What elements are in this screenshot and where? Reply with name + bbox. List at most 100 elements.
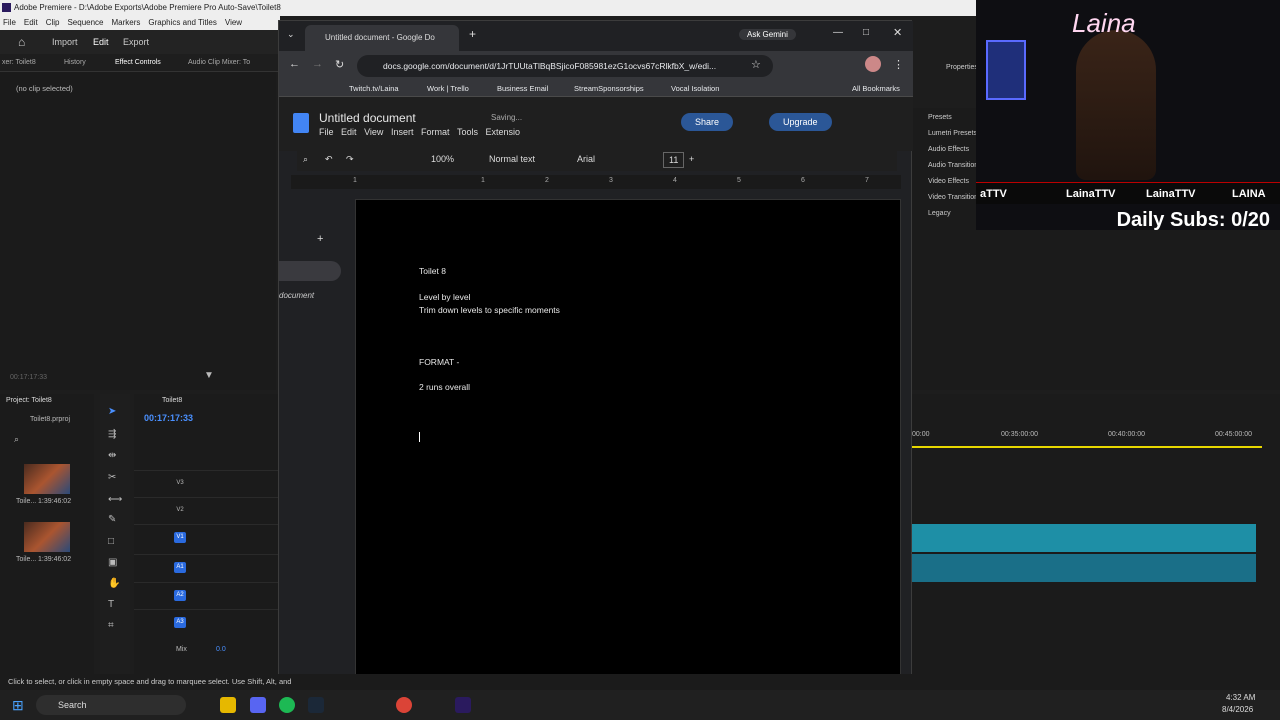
docs-menu-format[interactable]: Format (421, 127, 450, 137)
bookmark[interactable]: Twitch.tv/Laina (349, 81, 399, 97)
add-tab-icon[interactable]: + (317, 233, 323, 245)
razor-icon[interactable]: ✂ (108, 472, 116, 483)
clip-thumbnail[interactable] (24, 522, 70, 552)
docs-logo-icon[interactable] (293, 113, 309, 133)
sequence-tab[interactable]: Toilet8 (162, 397, 182, 404)
ripple-edit-icon[interactable]: ⇹ (108, 450, 116, 461)
docs-menu-extensions[interactable]: Extensio (486, 127, 521, 137)
track-label[interactable]: A1 (174, 562, 186, 573)
pen-icon[interactable]: ✎ (108, 514, 116, 525)
effects-item[interactable]: Video Effects (928, 178, 969, 185)
maximize-icon[interactable]: □ (863, 27, 869, 38)
tab-mixer[interactable]: xer: Toilet8 (2, 54, 36, 72)
clock-time[interactable]: 4:32 AM (1226, 693, 1255, 702)
forward-icon[interactable]: → (312, 58, 323, 70)
menu-file[interactable]: File (3, 18, 16, 27)
close-icon[interactable]: ✕ (893, 26, 902, 39)
docs-menu-insert[interactable]: Insert (391, 127, 414, 137)
edit-tab[interactable]: Edit (93, 30, 109, 54)
filter-icon[interactable]: ▼ (204, 370, 214, 381)
outline-tab[interactable] (279, 261, 341, 281)
new-tab-icon[interactable]: + (469, 27, 476, 41)
increase-size-icon[interactable]: + (689, 147, 694, 171)
avatar[interactable] (865, 56, 881, 72)
track-label[interactable]: A2 (174, 590, 186, 601)
docs-menu-edit[interactable]: Edit (341, 127, 357, 137)
undo-icon[interactable]: ↶ (325, 147, 333, 171)
effects-item[interactable]: Video Transitions (928, 194, 982, 201)
project-tab[interactable]: Project: Toilet8 (6, 397, 52, 404)
font-select[interactable]: Arial (577, 147, 595, 171)
track-label[interactable]: A3 (174, 617, 186, 628)
docs-menu-tools[interactable]: Tools (457, 127, 478, 137)
more-icon[interactable]: ⋮ (893, 58, 904, 71)
bookmark[interactable]: Work | Trello (427, 81, 469, 97)
export-tab[interactable]: Export (123, 30, 149, 54)
url-field[interactable]: docs.google.com/document/d/1JrTUUtaTlBqB… (357, 55, 773, 77)
clock-date[interactable]: 8/4/2026 (1222, 705, 1253, 714)
steam-icon[interactable] (308, 697, 324, 713)
all-bookmarks[interactable]: All Bookmarks (852, 81, 900, 97)
search-icon[interactable]: ⌕ (14, 434, 19, 445)
reload-icon[interactable]: ↻ (335, 58, 344, 71)
premiere-icon[interactable] (455, 697, 471, 713)
fill-icon[interactable]: ▣ (108, 557, 117, 568)
audio-clip[interactable] (912, 554, 1256, 582)
menu-clip[interactable]: Clip (46, 18, 60, 27)
doc-title[interactable]: Untitled document (319, 111, 416, 125)
docs-menu-file[interactable]: File (319, 127, 334, 137)
star-icon[interactable]: ☆ (751, 58, 761, 71)
menu-graphics[interactable]: Graphics and Titles (148, 18, 216, 27)
timecode[interactable]: 00:17:17:33 (144, 413, 193, 423)
effects-item[interactable]: Legacy (928, 210, 951, 217)
back-icon[interactable]: ← (289, 58, 300, 70)
file-explorer-icon[interactable] (220, 697, 236, 713)
discord-icon[interactable] (250, 697, 266, 713)
style-select[interactable]: Normal text (489, 147, 535, 171)
rectangle-icon[interactable]: □ (108, 536, 114, 547)
properties-tab[interactable]: Properties (946, 64, 978, 71)
menu-edit[interactable]: Edit (24, 18, 38, 27)
search-menus-icon[interactable]: ⌕ (303, 147, 308, 171)
minimize-icon[interactable]: — (833, 27, 843, 38)
menu-markers[interactable]: Markers (112, 18, 141, 27)
transform-icon[interactable]: ⌗ (108, 620, 114, 631)
redo-icon[interactable]: ↷ (346, 147, 354, 171)
tab-effect-controls[interactable]: Effect Controls (115, 54, 161, 73)
upgrade-button[interactable]: Upgrade (769, 113, 832, 131)
tab-history[interactable]: History (64, 54, 86, 72)
tab-menu-icon[interactable]: ⌄ (287, 29, 295, 40)
bookmark[interactable]: StreamSponsorships (574, 81, 644, 97)
docs-menu-view[interactable]: View (364, 127, 383, 137)
spotify-icon[interactable] (279, 697, 295, 713)
tab-audio-clip-mixer[interactable]: Audio Clip Mixer: To (188, 54, 250, 72)
font-size-input[interactable]: 11 (663, 152, 685, 168)
track-label[interactable]: V2 (174, 505, 186, 516)
mix-value[interactable]: 0.0 (216, 646, 226, 653)
taskbar-search[interactable]: Search (36, 695, 186, 715)
work-area-bar[interactable] (912, 446, 1262, 448)
track-label[interactable]: V3 (174, 478, 186, 489)
type-icon[interactable]: T (108, 599, 114, 610)
track-label[interactable]: V1 (174, 532, 186, 543)
clip-thumbnail[interactable] (24, 464, 70, 494)
video-clip[interactable] (912, 524, 1256, 552)
share-button[interactable]: Share (681, 113, 734, 131)
home-icon[interactable]: ⌂ (18, 30, 25, 54)
hand-icon[interactable]: ✋ (108, 578, 120, 589)
start-icon[interactable]: ⊞ (12, 697, 24, 714)
effects-item[interactable]: Audio Effects (928, 146, 969, 153)
menu-sequence[interactable]: Sequence (67, 18, 103, 27)
ask-gemini-button[interactable]: Ask Gemini (739, 29, 796, 40)
zoom-select[interactable]: 100% (431, 147, 454, 171)
bookmark[interactable]: Business Email (497, 81, 548, 97)
slip-icon[interactable]: ⟷ (108, 494, 122, 505)
menu-view[interactable]: View (225, 18, 242, 27)
selection-tool-icon[interactable]: ➤ (108, 406, 116, 417)
effects-item[interactable]: Audio Transitions (928, 162, 982, 169)
browser-tab[interactable]: Untitled document - Google Do (305, 25, 459, 51)
bookmark[interactable]: Vocal Isolation (671, 81, 719, 97)
document-page[interactable]: Toilet 8 Level by level Trim down levels… (355, 199, 901, 689)
import-tab[interactable]: Import (52, 30, 78, 54)
chrome-icon[interactable] (396, 697, 412, 713)
